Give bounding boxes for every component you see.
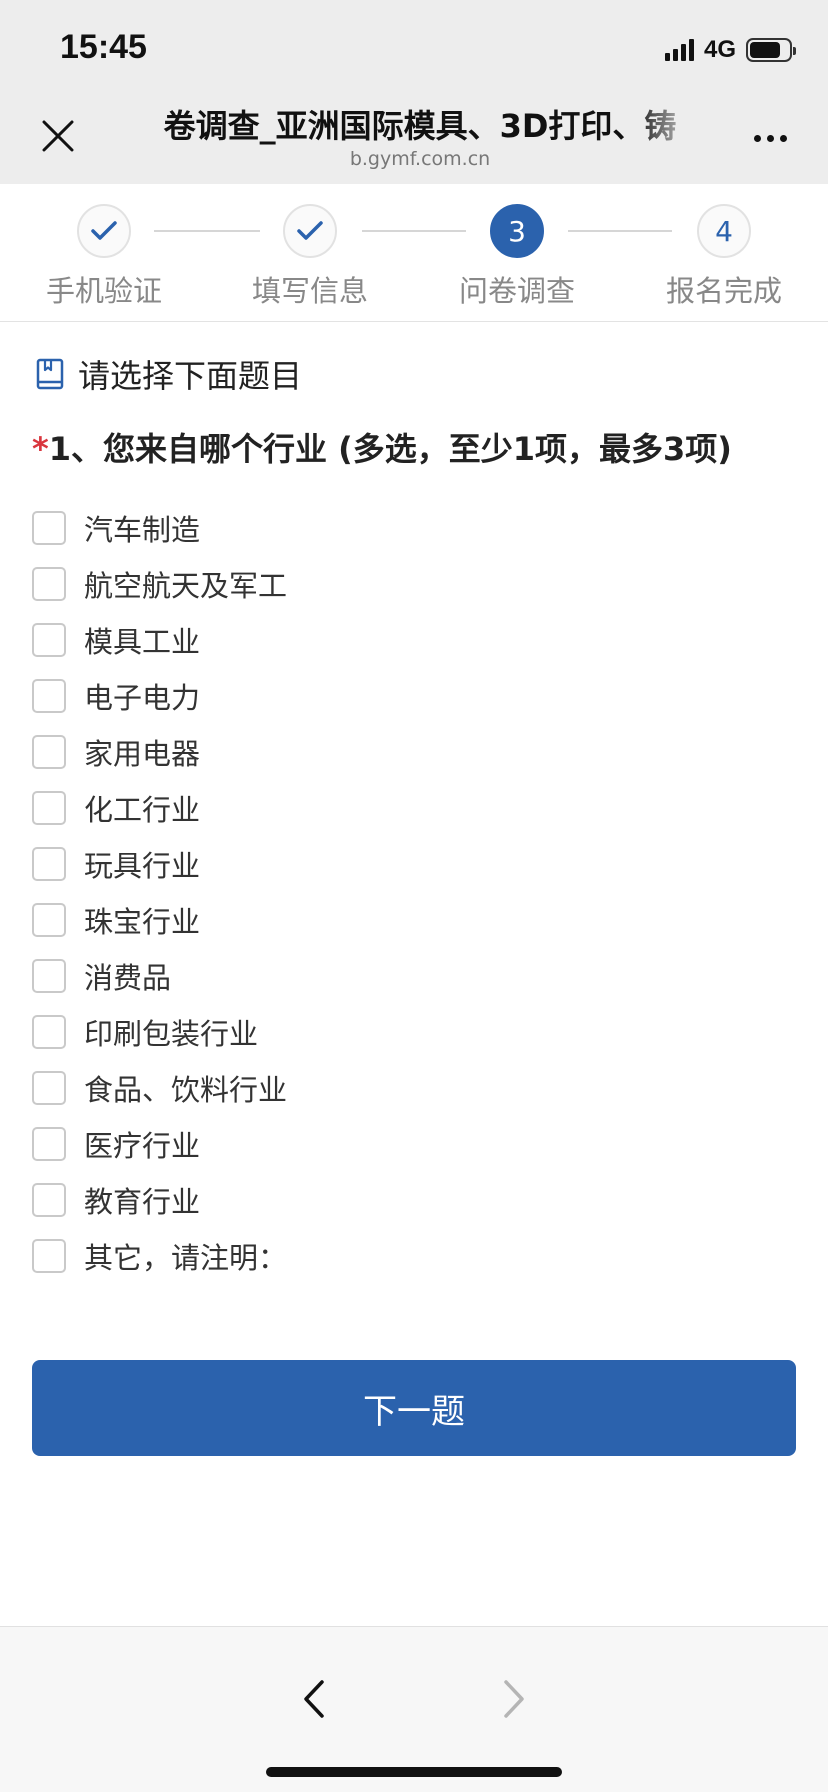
option-label: 其它，请注明：: [84, 1241, 288, 1275]
option-label: 家用电器: [84, 737, 201, 771]
next-question-button[interactable]: 下一题: [32, 1360, 796, 1456]
battery-level: [750, 42, 781, 58]
signal-icon: [664, 39, 694, 61]
checkbox[interactable]: [32, 847, 66, 881]
network-type: 4G: [703, 36, 736, 63]
checkbox[interactable]: [32, 735, 66, 769]
check-icon: [91, 221, 117, 240]
progress-stepper: 手机验证 填写信息 3 问卷调查 4 报名完成: [0, 184, 828, 322]
step-label: 报名完成: [665, 274, 782, 308]
step-circle-3: 3: [490, 204, 544, 258]
option-item[interactable]: 电子电力: [32, 668, 792, 724]
option-item[interactable]: 印刷包装行业: [32, 1004, 792, 1060]
option-label: 印刷包装行业: [84, 1017, 259, 1051]
option-item[interactable]: 汽车制造: [32, 500, 792, 556]
option-label: 珠宝行业: [84, 905, 201, 939]
more-icon-dot: [766, 134, 774, 142]
more-button[interactable]: [748, 120, 792, 156]
option-label: 汽车制造: [84, 513, 201, 547]
step-circle-4: 4: [697, 204, 751, 258]
checkbox[interactable]: [32, 1127, 66, 1161]
section-title: 请选择下面题目: [78, 357, 303, 395]
page-domain: b.gymf.com.cn: [349, 148, 491, 170]
step-circle-2: [283, 204, 337, 258]
back-button[interactable]: [286, 1671, 342, 1727]
close-button[interactable]: [36, 114, 80, 158]
checkbox[interactable]: [32, 791, 66, 825]
option-item[interactable]: 模具工业: [32, 612, 792, 668]
option-label: 模具工业: [84, 625, 201, 659]
nav-bar: 卷调查_亚洲国际模具、3D打印、铸 b.gymf.com.cn: [0, 92, 828, 184]
more-icon: [753, 134, 761, 142]
step-survey: 3 问卷调查: [437, 204, 597, 310]
step-fill-info: 填写信息: [230, 204, 390, 310]
checkbox[interactable]: [32, 1183, 66, 1217]
status-indicators: 4G: [664, 36, 796, 64]
checkbox[interactable]: [32, 1071, 66, 1105]
question-text: 1、您来自哪个行业 (多选，至少1项，最多3项): [48, 430, 732, 468]
option-label: 电子电力: [84, 681, 201, 715]
chevron-left-icon: [304, 1680, 324, 1718]
close-icon: [42, 120, 74, 152]
home-indicator[interactable]: [266, 1767, 562, 1777]
question-title: *1、您来自哪个行业 (多选，至少1项，最多3项): [32, 424, 802, 470]
section-header: 请选择下面题目: [36, 352, 302, 396]
option-label: 食品、饮料行业: [84, 1073, 288, 1107]
option-label: 玩具行业: [84, 849, 201, 883]
battery-icon: [746, 38, 796, 62]
step-label: 填写信息: [251, 274, 368, 308]
option-item[interactable]: 消费品: [32, 948, 792, 1004]
status-time: 15:45: [60, 28, 147, 66]
option-item[interactable]: 化工行业: [32, 780, 792, 836]
option-item[interactable]: 医疗行业: [32, 1116, 792, 1172]
status-bar: 15:45 4G: [0, 0, 828, 92]
step-label: 问卷调查: [458, 274, 575, 308]
more-icon-dot: [779, 134, 787, 142]
step-label: 手机验证: [45, 274, 162, 308]
checkbox[interactable]: [32, 1015, 66, 1049]
checkbox[interactable]: [32, 959, 66, 993]
option-list: 汽车制造 航空航天及军工 模具工业 电子电力 家用电器 化工行业 玩具行业 珠宝…: [32, 500, 792, 1284]
step-circle-1: [77, 204, 131, 258]
nav-title-block: 卷调查_亚洲国际模具、3D打印、铸 b.gymf.com.cn: [140, 106, 700, 170]
page-title: 卷调查_亚洲国际模具、3D打印、铸: [163, 107, 677, 145]
checkbox[interactable]: [32, 567, 66, 601]
checkbox[interactable]: [32, 679, 66, 713]
chevron-right-icon: [504, 1680, 524, 1718]
checkbox[interactable]: [32, 1239, 66, 1273]
step-phone-verify: 手机验证: [24, 204, 184, 310]
option-label: 航空航天及军工: [84, 569, 288, 603]
checkbox[interactable]: [32, 903, 66, 937]
option-item[interactable]: 其它，请注明：: [32, 1228, 792, 1284]
option-item[interactable]: 航空航天及军工: [32, 556, 792, 612]
option-label: 消费品: [84, 961, 172, 995]
option-label: 医疗行业: [84, 1129, 201, 1163]
option-item[interactable]: 玩具行业: [32, 836, 792, 892]
browser-toolbar: [0, 1626, 828, 1792]
option-item[interactable]: 食品、饮料行业: [32, 1060, 792, 1116]
checkbox[interactable]: [32, 511, 66, 545]
option-item[interactable]: 家用电器: [32, 724, 792, 780]
book-icon: [36, 358, 64, 390]
step-complete: 4 报名完成: [644, 204, 804, 310]
forward-button[interactable]: [486, 1671, 542, 1727]
option-item[interactable]: 教育行业: [32, 1172, 792, 1228]
option-label: 教育行业: [84, 1185, 201, 1219]
option-item[interactable]: 珠宝行业: [32, 892, 792, 948]
option-label: 化工行业: [84, 793, 201, 827]
check-icon: [297, 221, 323, 240]
required-mark: *: [32, 430, 49, 468]
checkbox[interactable]: [32, 623, 66, 657]
